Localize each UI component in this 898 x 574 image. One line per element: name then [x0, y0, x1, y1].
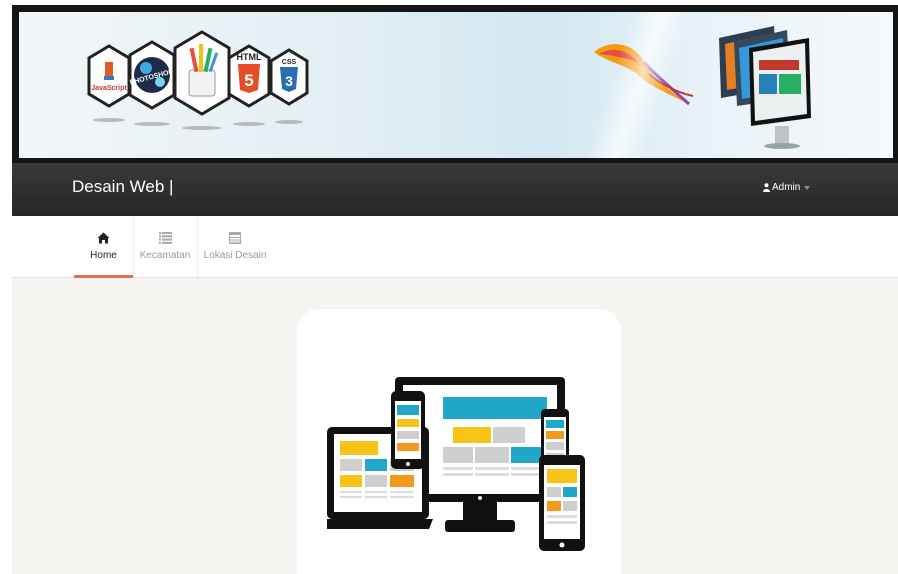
tab-lokasi-desain[interactable]: Lokasi Desain — [198, 216, 272, 277]
tab-kecamatan[interactable]: Kecamatan — [133, 216, 198, 277]
chevron-down-icon — [804, 185, 811, 190]
javascript-logo: JavaScript — [87, 44, 131, 108]
technology-logos: JavaScript PHOTOSHOP HTML 5 CSS 3 — [87, 30, 309, 130]
paint-brushes-logo — [173, 30, 231, 116]
javascript-logo-text: JavaScript — [91, 85, 127, 92]
home-icon — [97, 232, 110, 244]
table-icon — [229, 232, 241, 244]
tab-lokasi-desain-label: Lokasi Desain — [203, 250, 267, 261]
css3-logo: CSS 3 — [269, 48, 309, 106]
feather-pen-icon — [594, 44, 694, 106]
tab-kecamatan-label: Kecamatan — [139, 250, 191, 261]
responsive-design-image — [297, 309, 621, 574]
responsive-devices-illustration — [327, 377, 585, 551]
html5-logo: HTML 5 — [227, 44, 271, 108]
main-content — [12, 278, 898, 574]
user-menu-dropdown[interactable]: Admin — [763, 182, 811, 193]
top-navbar: Desain Web | Admin — [12, 163, 898, 216]
css3-number: 3 — [285, 73, 293, 89]
html5-number: 5 — [244, 71, 253, 90]
banner-image: JavaScript PHOTOSHOP HTML 5 CSS 3 — [19, 12, 893, 158]
css3-logo-text: CSS — [282, 59, 297, 66]
app-frame: JavaScript PHOTOSHOP HTML 5 CSS 3 Desain… — [12, 5, 898, 574]
monitor-stack-icon — [719, 26, 811, 149]
brand-title[interactable]: Desain Web | — [72, 177, 173, 197]
main-tabs: Home Kecamatan Lokasi Desain — [12, 216, 898, 278]
tab-home-label: Home — [90, 250, 117, 261]
header-banner: JavaScript PHOTOSHOP HTML 5 CSS 3 — [12, 5, 898, 163]
html5-logo-text: HTML — [237, 52, 262, 62]
list-icon — [158, 232, 172, 244]
photoshop-logo: PHOTOSHOP — [128, 40, 176, 110]
tab-home[interactable]: Home — [74, 216, 134, 278]
user-menu-label: Admin — [772, 182, 801, 193]
user-icon — [763, 183, 770, 192]
